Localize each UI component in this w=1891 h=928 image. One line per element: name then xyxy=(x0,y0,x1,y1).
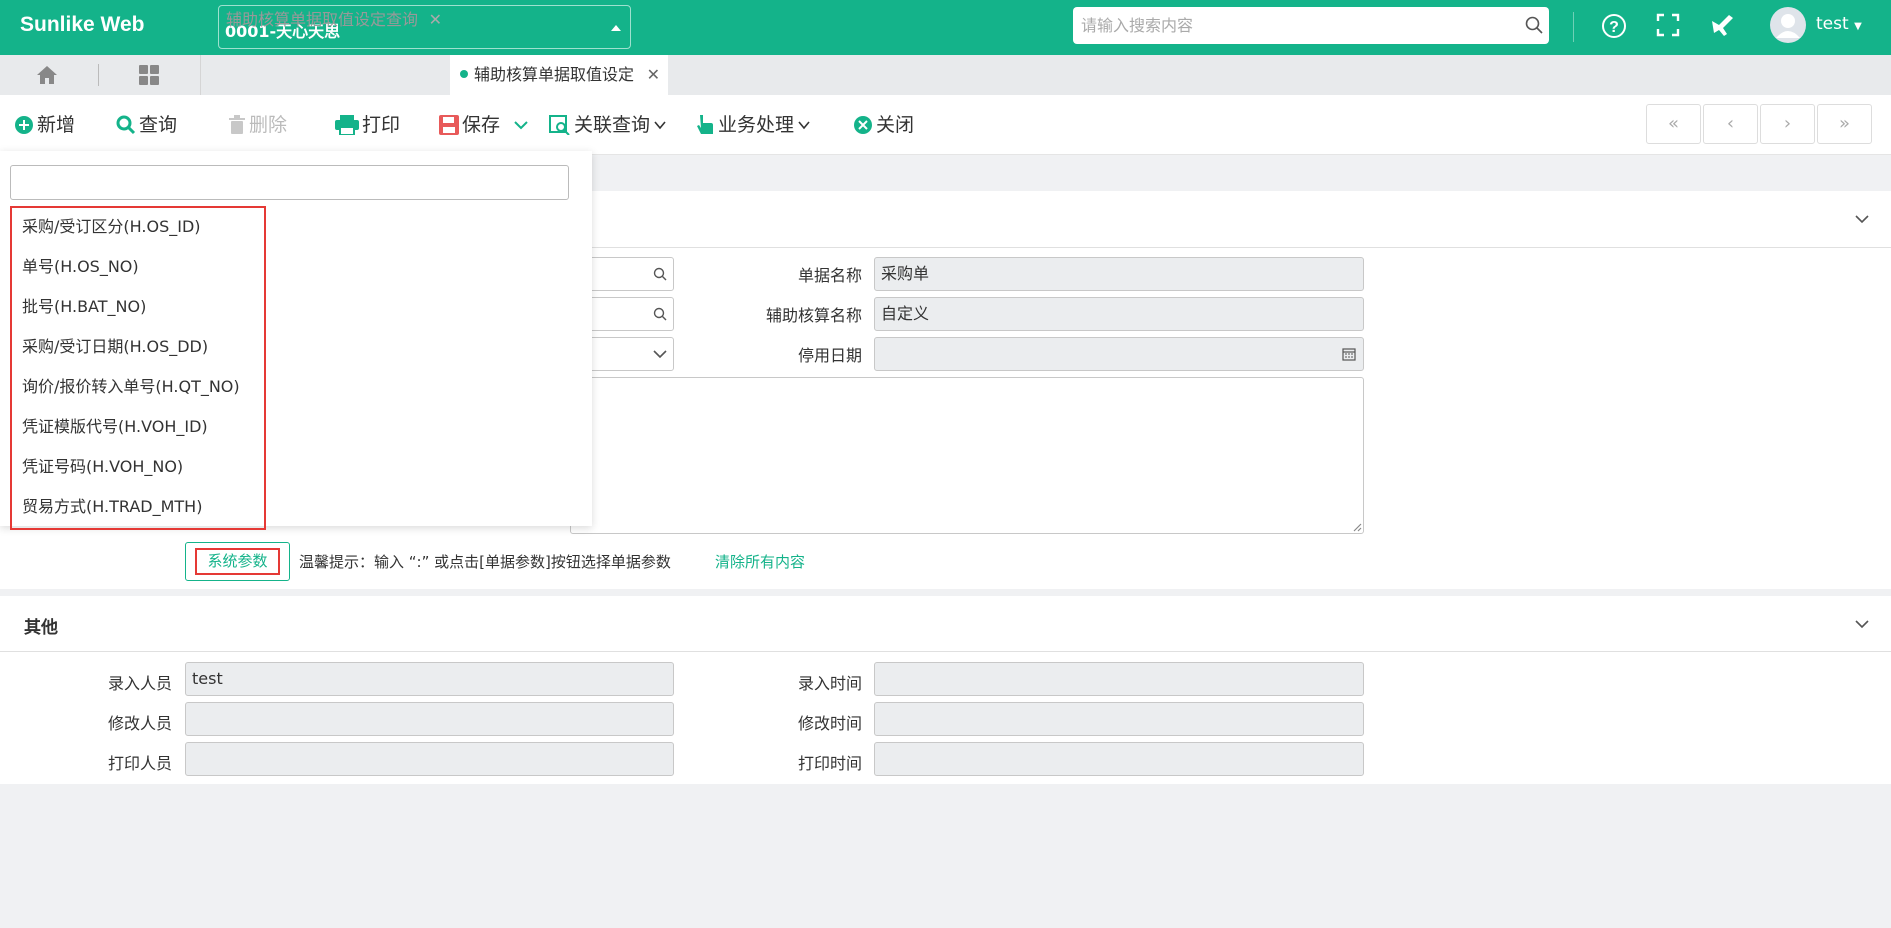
search-icon[interactable] xyxy=(653,267,667,281)
modify-person-label: 修改人员 xyxy=(107,714,172,733)
caret-up-icon xyxy=(611,25,621,31)
formula-textarea[interactable] xyxy=(570,377,1364,534)
divider xyxy=(98,64,99,86)
dropdown-item[interactable]: 采购/受订日期(H.OS_DD) xyxy=(22,335,208,359)
resize-handle-icon[interactable] xyxy=(1352,522,1362,532)
user-name: test xyxy=(1816,14,1849,34)
first-record-button[interactable]: « xyxy=(1646,104,1701,144)
close-label: 关闭 xyxy=(876,114,915,136)
close-button[interactable]: 关闭 xyxy=(853,111,914,139)
divider xyxy=(0,651,1891,652)
add-button[interactable]: 新增 xyxy=(14,111,75,139)
hint-text: 温馨提示：输入 “:” 或点击[单据参数]按钮选择单据参数 xyxy=(299,553,671,571)
clear-all-link[interactable]: 清除所有内容 xyxy=(715,551,805,572)
dropdown-item[interactable]: 采购/受订区分(H.OS_ID) xyxy=(22,215,201,239)
modify-time-label: 修改时间 xyxy=(797,714,862,733)
add-icon xyxy=(15,116,33,134)
chevron-down-icon[interactable] xyxy=(513,120,529,130)
trash-icon xyxy=(229,115,245,134)
hand-pointer-icon xyxy=(697,115,713,134)
user-menu[interactable]: test ▼ xyxy=(1816,14,1862,34)
other-section-title: 其他 xyxy=(24,618,58,638)
tab-query[interactable]: 辅助核算单据取值设定查询 ✕ xyxy=(200,0,450,40)
print-time-field[interactable] xyxy=(874,742,1364,776)
close-icon[interactable]: ✕ xyxy=(647,55,660,95)
business-button[interactable]: 业务处理 xyxy=(695,111,811,139)
delete-button[interactable]: 删除 xyxy=(228,111,287,139)
dropdown-item[interactable]: 凭证号码(H.VOH_NO) xyxy=(22,455,183,479)
delete-label: 删除 xyxy=(249,114,288,136)
fullscreen-icon[interactable] xyxy=(1656,13,1680,37)
help-icon[interactable]: ? xyxy=(1601,13,1627,39)
home-icon[interactable] xyxy=(36,65,58,85)
next-record-button[interactable]: › xyxy=(1760,104,1815,144)
prev-record-button[interactable]: ‹ xyxy=(1703,104,1758,144)
close-circle-icon xyxy=(854,116,872,134)
search-icon[interactable] xyxy=(1525,16,1543,34)
save-button[interactable]: 保存 xyxy=(439,111,529,139)
dropdown-item[interactable]: 单号(H.OS_NO) xyxy=(22,255,139,279)
stop-date-label: 停用日期 xyxy=(797,346,862,365)
entry-person-label: 录入人员 xyxy=(107,674,172,693)
stop-date-field[interactable] xyxy=(874,337,1364,371)
last-record-button[interactable]: » xyxy=(1817,104,1872,144)
dropdown-item[interactable]: 批号(H.BAT_NO) xyxy=(22,295,146,319)
divider xyxy=(1573,12,1574,42)
grid-icon[interactable] xyxy=(139,65,159,85)
doc-name-field[interactable]: 采购单 xyxy=(874,257,1364,291)
print-person-field[interactable] xyxy=(185,742,674,776)
entry-person-field[interactable]: test xyxy=(185,662,674,696)
app-logo: Sunlike Web xyxy=(20,13,145,36)
aux-name-label: 辅助核算名称 xyxy=(765,306,862,325)
related-query-button[interactable]: 关联查询 xyxy=(549,111,667,139)
modify-time-field[interactable] xyxy=(874,702,1364,736)
print-button[interactable]: 打印 xyxy=(335,111,400,139)
tab-bar xyxy=(0,55,1891,95)
chevron-down-icon xyxy=(654,121,666,130)
system-param-label: 系统参数 xyxy=(195,548,280,575)
close-icon[interactable]: ✕ xyxy=(429,0,442,40)
modify-person-field[interactable] xyxy=(185,702,674,736)
query-label: 查询 xyxy=(139,114,178,136)
active-dot xyxy=(460,70,468,78)
divider xyxy=(200,55,201,95)
tab-label: 辅助核算单据取值设定查询 xyxy=(226,10,419,29)
query-button[interactable]: 查询 xyxy=(116,111,177,139)
add-label: 新增 xyxy=(37,114,76,136)
tab-setting[interactable]: 辅助核算单据取值设定 ✕ xyxy=(450,55,668,95)
dropdown-item[interactable]: 贸易方式(H.TRAD_MTH) xyxy=(22,495,202,519)
tab-label: 辅助核算单据取值设定 xyxy=(474,65,635,84)
global-search-input[interactable] xyxy=(1073,7,1549,44)
business-label: 业务处理 xyxy=(718,114,795,136)
caret-down-icon: ▼ xyxy=(1854,21,1862,32)
entry-time-field[interactable] xyxy=(874,662,1364,696)
chevron-down-icon xyxy=(798,121,810,130)
related-query-icon xyxy=(549,115,570,135)
dropdown-item[interactable]: 凭证模版代号(H.VOH_ID) xyxy=(22,415,208,439)
doc-name-label: 单据名称 xyxy=(797,266,862,285)
search-icon[interactable] xyxy=(653,307,667,321)
entry-time-label: 录入时间 xyxy=(797,674,862,693)
printer-icon xyxy=(335,115,359,135)
save-icon xyxy=(439,115,459,135)
print-label: 打印 xyxy=(362,114,401,136)
system-param-button[interactable]: 系统参数 xyxy=(185,542,290,581)
avatar[interactable] xyxy=(1770,7,1806,43)
svg-text:?: ? xyxy=(1609,19,1619,36)
search-icon xyxy=(116,115,136,135)
skin-icon[interactable] xyxy=(1709,13,1735,37)
dropdown-filter-input[interactable] xyxy=(10,165,569,200)
related-label: 关联查询 xyxy=(574,114,651,136)
dropdown-item[interactable]: 询价/报价转入单号(H.QT_NO) xyxy=(22,375,240,399)
calendar-icon[interactable] xyxy=(1342,347,1356,361)
print-time-label: 打印时间 xyxy=(797,754,862,773)
chevron-down-icon[interactable] xyxy=(1855,619,1869,629)
chevron-down-icon[interactable] xyxy=(1855,214,1869,224)
print-person-label: 打印人员 xyxy=(107,754,172,773)
chevron-down-icon[interactable] xyxy=(653,349,667,359)
save-label: 保存 xyxy=(462,114,501,136)
aux-name-field[interactable]: 自定义 xyxy=(874,297,1364,331)
